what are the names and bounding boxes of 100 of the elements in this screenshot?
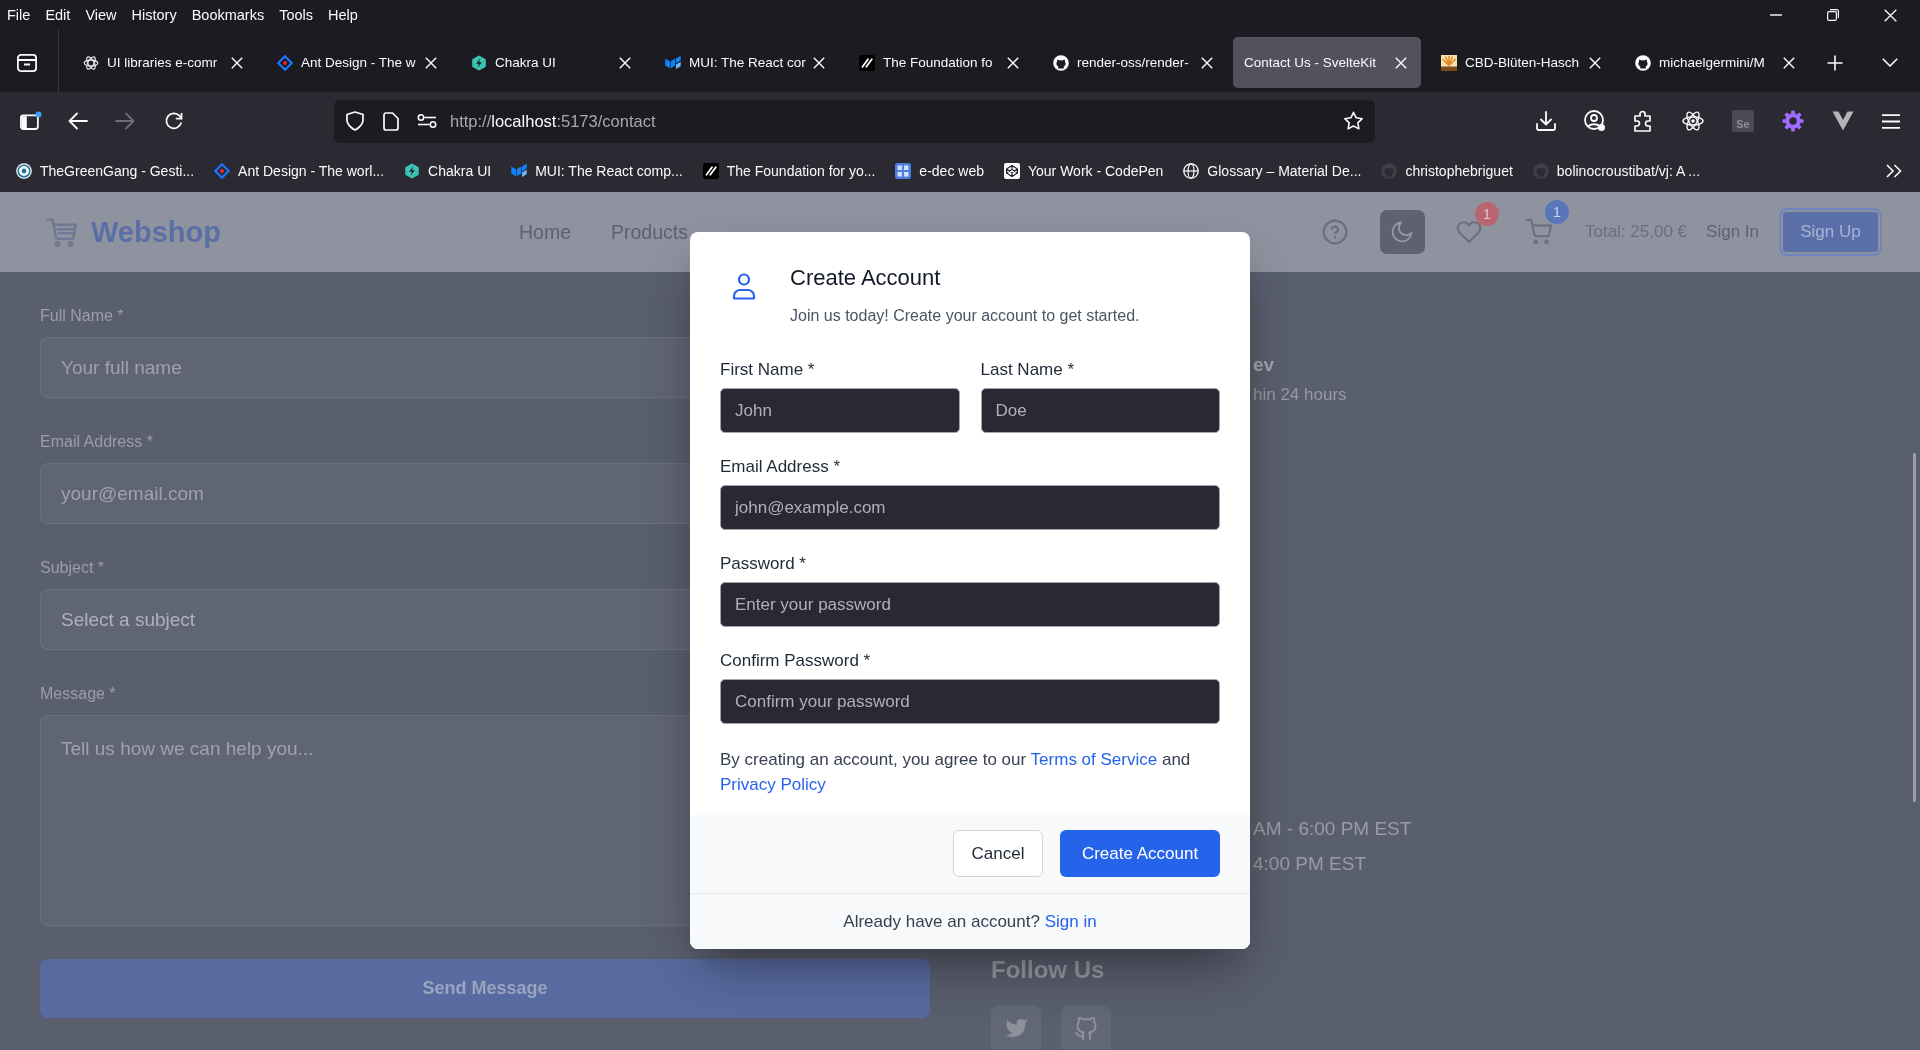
cat-icon [1074, 1017, 1098, 1041]
theme-toggle-button[interactable] [1380, 210, 1425, 254]
bookmark-item[interactable]: Chakra UI [404, 163, 492, 179]
blocks-logo-icon [665, 54, 681, 71]
menu-item[interactable]: History [131, 6, 177, 24]
input-field[interactable]: Enter your password [720, 582, 1220, 627]
gear-icon[interactable] [1782, 110, 1804, 132]
chevron-down-icon[interactable] [1882, 58, 1898, 67]
bookmark-item[interactable]: MUI: The React comp... [511, 163, 683, 179]
input-field[interactable]: john@example.com [720, 485, 1220, 530]
field-label: Subject * [40, 558, 105, 578]
browser-tab[interactable]: michaelgermini/M [1621, 37, 1809, 88]
browser-tab[interactable]: The Foundation fo [845, 37, 1033, 88]
close-icon[interactable] [1395, 56, 1407, 69]
input-field[interactable]: Confirm your password [720, 679, 1220, 724]
menu-item[interactable]: File [7, 6, 31, 24]
slash-icon [702, 163, 719, 179]
count-badge: 1 [1545, 200, 1569, 224]
slash-icon [859, 54, 875, 71]
cat-icon [1053, 54, 1069, 71]
close-icon[interactable] [1007, 56, 1019, 69]
close-icon[interactable] [425, 56, 437, 69]
plus-icon[interactable] [1827, 54, 1843, 71]
orbit-icon [83, 54, 99, 71]
input-field[interactable]: your@email.com [40, 463, 692, 524]
scrollbar-thumb[interactable] [1913, 453, 1916, 802]
reload-icon[interactable] [164, 111, 184, 131]
menu-item[interactable]: Tools [279, 6, 314, 24]
info-text: 4:00 PM EST [1253, 852, 1367, 876]
modal-subtitle: Join us today! Create your account to get started. [790, 306, 1140, 326]
cancel-button[interactable]: Cancel [953, 830, 1043, 877]
bookmark-item[interactable]: The Foundation for yo... [702, 163, 876, 179]
bookmark-item[interactable]: bolinocroustibat/vj: A ... [1532, 163, 1701, 179]
close-icon[interactable] [1201, 56, 1213, 69]
input-field[interactable]: John [720, 388, 960, 433]
v-shape-icon[interactable] [1832, 111, 1854, 131]
star-icon[interactable] [1343, 111, 1364, 131]
atom-icon[interactable] [1682, 110, 1704, 132]
field-label: Email Address * [40, 432, 153, 452]
count-badge: 1 [1475, 202, 1499, 226]
download-icon[interactable] [1536, 111, 1556, 131]
page-icon[interactable] [383, 111, 399, 131]
globe-icon [1183, 163, 1200, 179]
browser-tab[interactable]: MUI: The React cor [651, 37, 839, 88]
browser-tab[interactable]: CBD-Blüten-Hasch [1427, 37, 1615, 88]
browser-tab[interactable]: UI libraries e-comr [69, 37, 257, 88]
bookmark-item[interactable]: Glossary – Material De... [1183, 163, 1362, 179]
field-label: Full Name * [40, 306, 124, 326]
browser-tab[interactable]: Ant Design - The w [263, 37, 451, 88]
grid-tile-icon [895, 163, 912, 179]
menu-item[interactable]: Help [328, 6, 358, 24]
bird-icon [1004, 1017, 1028, 1038]
shield-icon[interactable] [346, 111, 364, 131]
sidebar-icon[interactable] [20, 111, 42, 131]
create-account-button[interactable]: Create Account [1060, 830, 1220, 877]
sunburst-icon [1441, 54, 1457, 71]
privacy-link[interactable]: Privacy Policy [720, 775, 826, 794]
back-icon[interactable] [68, 112, 88, 130]
chevrons-right-icon[interactable] [1886, 164, 1902, 178]
bookmark-item[interactable]: TheGreenGang - Gesti... [16, 163, 195, 179]
puzzle-icon[interactable] [1634, 110, 1654, 132]
browser-tab[interactable]: render-oss/render- [1039, 37, 1227, 88]
moon-icon [1391, 221, 1414, 243]
bookmark-item[interactable]: christophebriguet [1381, 163, 1513, 179]
bookmark-item[interactable]: Ant Design - The worl... [214, 163, 385, 179]
field-label: First Name * [720, 359, 815, 381]
menu-item[interactable]: Edit [45, 6, 71, 24]
close-icon[interactable] [813, 56, 825, 69]
terms-link[interactable]: Terms of Service [1030, 750, 1158, 769]
bookmark-item[interactable]: Your Work - CodePen [1003, 163, 1164, 179]
close-icon[interactable] [1783, 56, 1795, 69]
input-field[interactable]: Doe [980, 388, 1220, 433]
menu-item[interactable]: View [85, 6, 117, 24]
info-text: AM - 6:00 PM EST [1253, 817, 1412, 841]
browser-tab[interactable]: Chakra UI [457, 37, 645, 88]
cat-icon [1635, 54, 1651, 71]
bookmark-item[interactable]: e-dec web [895, 163, 984, 179]
menu-icon[interactable] [1882, 113, 1900, 129]
sliders-icon[interactable] [417, 114, 437, 128]
field-label: Message * [40, 684, 116, 704]
account-icon[interactable] [1584, 110, 1606, 132]
diamond-icon [214, 163, 231, 179]
close-icon[interactable] [619, 56, 631, 69]
textarea-field[interactable]: Tell us how we can help you... [40, 715, 692, 926]
tray-icon[interactable] [17, 53, 37, 72]
browser-tab[interactable]: Contact Us - SvelteKit [1233, 37, 1421, 88]
close-icon[interactable] [1884, 8, 1897, 22]
sign-in-link[interactable]: Sign in [1044, 911, 1097, 931]
field-label: Email Address * [720, 456, 840, 478]
input-field[interactable]: Your full name [40, 337, 692, 398]
address-bar[interactable]: http://localhost:5173/contact [334, 99, 1375, 143]
blocks-logo-icon [511, 163, 528, 179]
info-text: hin 24 hours [1253, 384, 1347, 406]
field-label: Password * [720, 553, 806, 575]
terms-text: By creating an account, you agree to our Terms of Service and Privacy Policy [720, 749, 1192, 796]
restore-icon[interactable] [1827, 9, 1839, 21]
close-icon[interactable] [231, 56, 243, 69]
menu-item[interactable]: Bookmarks [191, 6, 265, 24]
close-icon[interactable] [1589, 56, 1601, 69]
url-text: http://localhost:5173/contact [450, 111, 656, 131]
